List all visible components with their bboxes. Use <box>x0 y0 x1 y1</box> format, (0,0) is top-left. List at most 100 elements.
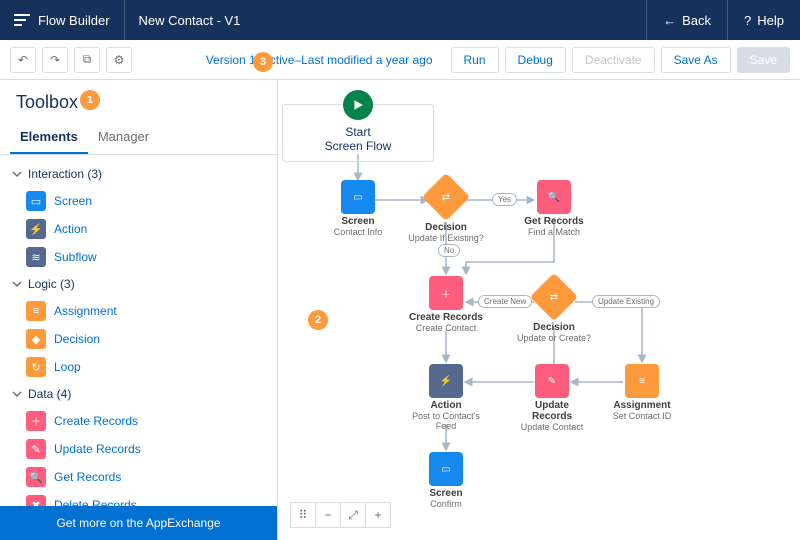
help-label: Help <box>757 13 784 28</box>
chevron-down-icon <box>12 389 22 399</box>
play-icon <box>343 90 373 120</box>
get-records-icon: 🔍 <box>537 180 571 214</box>
element-type-icon: ↻ <box>26 357 46 377</box>
element-type-icon: ▭ <box>26 191 46 211</box>
edge-label-yes: Yes <box>492 193 517 206</box>
toolbox-item-label: Screen <box>54 194 92 208</box>
undo-icon: ↶ <box>18 53 28 67</box>
back-label: Back <box>682 13 711 28</box>
toolbox-title: Toolbox <box>16 92 78 112</box>
toolbox-tabs: Elements Manager <box>0 121 277 155</box>
flow-canvas[interactable]: Start Screen Flow ▭ Screen Contact Info … <box>278 80 800 540</box>
element-type-icon: ≡ <box>26 301 46 321</box>
element-type-icon: ⚡ <box>26 219 46 239</box>
toolbox-item-label: Delete Records <box>54 498 137 506</box>
toolbox-item-label: Create Records <box>54 414 138 428</box>
canvas-controls: ⠿ − ⤢ + <box>290 502 391 528</box>
decision-icon: ⇄ <box>530 273 578 321</box>
minus-icon: − <box>324 508 331 522</box>
redo-icon: ↷ <box>50 53 60 67</box>
node-screen-confirm[interactable]: ▭ Screen Confirm <box>414 452 478 509</box>
edge-label-update-existing: Update Existing <box>592 295 660 308</box>
toolbox-item[interactable]: ≡ Assignment <box>0 297 277 325</box>
redo-button[interactable]: ↷ <box>42 47 68 73</box>
back-arrow-icon: ← <box>663 13 676 28</box>
node-get-records[interactable]: 🔍 Get Records Find a Match <box>522 180 586 237</box>
chevron-down-icon <box>12 169 22 179</box>
group-label: Logic (3) <box>28 277 75 291</box>
toolbox-item-label: Loop <box>54 360 81 374</box>
start-title: Start <box>287 125 429 139</box>
element-type-icon: ≋ <box>26 247 46 267</box>
tab-elements[interactable]: Elements <box>10 121 88 154</box>
debug-button[interactable]: Debug <box>505 47 566 73</box>
settings-button[interactable]: ⚙ <box>106 47 132 73</box>
run-button[interactable]: Run <box>451 47 499 73</box>
toolbox-group-header[interactable]: Logic (3) <box>0 271 277 297</box>
toolbox-item[interactable]: 🔍 Get Records <box>0 463 277 491</box>
toolbox-item[interactable]: ▭ Screen <box>0 187 277 215</box>
undo-button[interactable]: ↶ <box>10 47 36 73</box>
toolbox-item[interactable]: ✎ Update Records <box>0 435 277 463</box>
canvas-fit-button[interactable]: ⤢ <box>340 502 366 528</box>
help-button[interactable]: ? Help <box>727 0 800 40</box>
element-type-icon: ◆ <box>26 329 46 349</box>
toolbar: ↶ ↷ ⧉ ⚙ 3 Version 1: Active–Last modifie… <box>0 40 800 80</box>
version-text: Version 1: Active–Last modified a year a… <box>206 53 433 67</box>
app-header: Flow Builder New Contact - V1 ← Back ? H… <box>0 0 800 40</box>
start-node[interactable]: Start Screen Flow <box>282 104 434 162</box>
screen-icon: ▭ <box>341 180 375 214</box>
save-button[interactable]: Save <box>737 47 790 73</box>
brand-label: Flow Builder <box>38 13 110 28</box>
tab-manager[interactable]: Manager <box>88 121 159 154</box>
node-create-records[interactable]: ＋ Create Records Create Contact <box>408 276 484 333</box>
action-icon: ⚡ <box>429 364 463 398</box>
toolbox-item[interactable]: ✖ Delete Records <box>0 491 277 506</box>
toolbox-item[interactable]: ＋ Create Records <box>0 407 277 435</box>
node-decision-update-if-existing[interactable]: ⇄ Decision Update If Existing? <box>408 176 484 243</box>
copy-button[interactable]: ⧉ <box>74 47 100 73</box>
toolbox-item[interactable]: ⚡ Action <box>0 215 277 243</box>
select-icon: ⠿ <box>299 508 308 522</box>
toolbox-item-label: Assignment <box>54 304 117 318</box>
toolbox-sidebar: Toolbox 1 Elements Manager Interaction (… <box>0 80 278 540</box>
decision-icon: ⇄ <box>422 173 470 221</box>
callout-marker-3: 3 <box>253 52 273 72</box>
group-label: Interaction (3) <box>28 167 102 181</box>
flow-title: New Contact - V1 <box>125 0 255 40</box>
element-type-icon: ✖ <box>26 495 46 506</box>
toolbox-group-header[interactable]: Interaction (3) <box>0 161 277 187</box>
callout-marker-1: 1 <box>80 90 100 110</box>
canvas-select-button[interactable]: ⠿ <box>290 502 316 528</box>
toolbox-item-label: Update Records <box>54 442 141 456</box>
element-type-icon: ✎ <box>26 439 46 459</box>
toolbox-item-label: Decision <box>54 332 100 346</box>
node-update-records[interactable]: ✎ Update Records Update Contact <box>514 364 590 432</box>
save-as-button[interactable]: Save As <box>661 47 731 73</box>
node-action-post-feed[interactable]: ⚡ Action Post to Contact's Feed <box>408 364 484 431</box>
flow-logo-icon <box>14 14 30 26</box>
toolbox-list: Interaction (3) ▭ Screen ⚡ Action ≋Subflow Log… <box>0 155 277 506</box>
node-assignment[interactable]: ≡ Assignment Set Contact ID <box>604 364 680 421</box>
toolbox-item[interactable]: ◆ Decision <box>0 325 277 353</box>
chevron-down-icon <box>12 279 22 289</box>
node-screen-contact-info[interactable]: ▭ Screen Contact Info <box>326 180 390 237</box>
element-type-icon: 🔍 <box>26 467 46 487</box>
canvas-zoom-out-button[interactable]: − <box>315 502 341 528</box>
toolbox-item[interactable]: ↻ Loop <box>0 353 277 381</box>
toolbox-group-header[interactable]: Data (4) <box>0 381 277 407</box>
toolbox-item-label: Action <box>54 222 87 236</box>
create-records-icon: ＋ <box>429 276 463 310</box>
back-button[interactable]: ← Back <box>646 0 727 40</box>
update-records-icon: ✎ <box>535 364 569 398</box>
brand: Flow Builder <box>0 0 125 40</box>
element-type-icon: ＋ <box>26 411 46 431</box>
canvas-zoom-in-button[interactable]: + <box>365 502 391 528</box>
node-decision-update-or-create[interactable]: ⇄ Decision Update or Create? <box>516 276 592 343</box>
toolbox-item[interactable]: ≋Subflow <box>0 243 277 271</box>
group-label: Data (4) <box>28 387 71 401</box>
copy-icon: ⧉ <box>83 52 92 67</box>
toolbox-item-label: Get Records <box>54 470 121 484</box>
assignment-icon: ≡ <box>625 364 659 398</box>
get-more-appexchange[interactable]: Get more on the AppExchange <box>0 506 277 540</box>
